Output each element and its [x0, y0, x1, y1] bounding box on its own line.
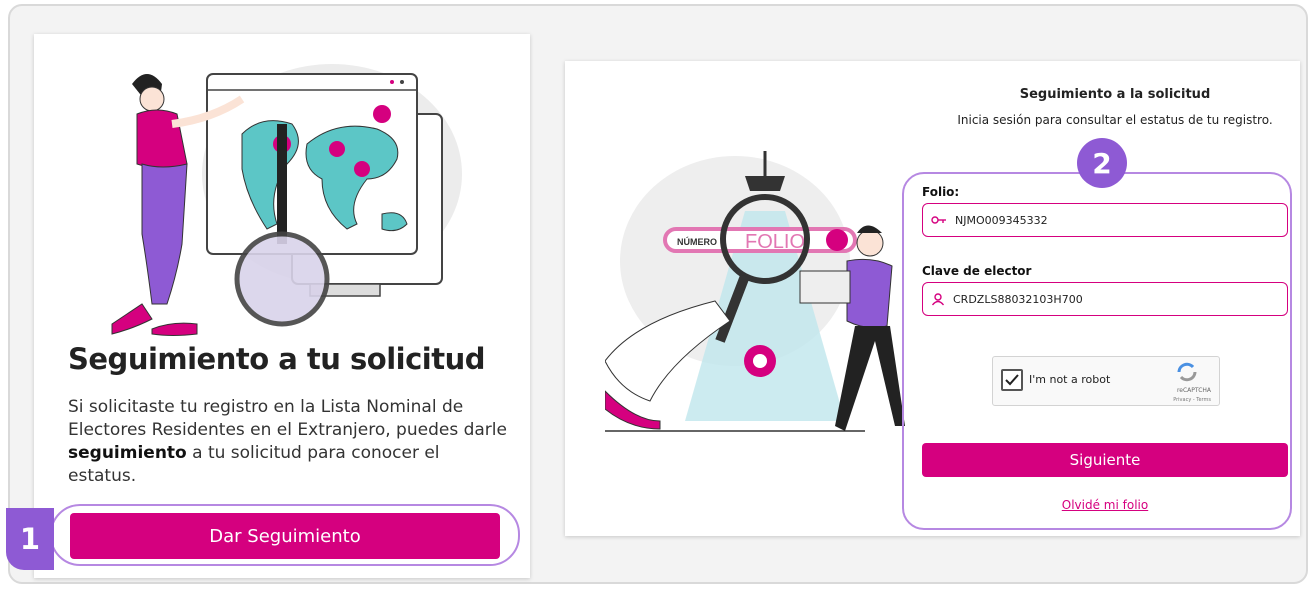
- folio-input[interactable]: NJMO009345332: [922, 203, 1288, 237]
- card-title: Seguimiento a tu solicitud: [68, 342, 486, 376]
- tracking-card: Seguimiento a tu solicitud Si solicitast…: [34, 34, 530, 578]
- dar-seguimiento-button[interactable]: Dar Seguimiento: [70, 513, 500, 559]
- step-2-badge: 2: [1077, 138, 1127, 188]
- description-bold: seguimiento: [68, 443, 187, 463]
- form-subtitle: Inicia sesión para consultar el estatus …: [957, 113, 1273, 127]
- recaptcha-label: I'm not a robot: [1029, 373, 1111, 386]
- recaptcha-logo-icon: [1177, 362, 1197, 382]
- clave-value: CRDZLS88032103H700: [953, 292, 1083, 306]
- clave-label: Clave de elector: [922, 264, 1032, 278]
- user-icon: [931, 293, 945, 306]
- folio-search-illustration: NÚMERO FOLIO: [605, 151, 905, 432]
- form-title: Seguimiento a la solicitud: [1019, 87, 1211, 102]
- recaptcha-widget: I'm not a robot reCAPTCHA Privacy - Term…: [992, 356, 1220, 406]
- recaptcha-links[interactable]: Privacy - Terms: [1173, 397, 1211, 403]
- key-icon: [931, 216, 946, 224]
- siguiente-button[interactable]: Siguiente: [922, 443, 1288, 477]
- search-bar-text: FOLIO: [745, 231, 805, 253]
- login-card: NÚMERO FOLIO Seguimiento a la solicitud …: [565, 61, 1300, 536]
- recaptcha-checkbox[interactable]: [1001, 369, 1023, 391]
- card-description: Si solicitaste tu registro en la Lista N…: [68, 396, 508, 488]
- recaptcha-brand: reCAPTCHA: [1176, 387, 1211, 394]
- folio-value: NJMO009345332: [955, 213, 1048, 227]
- clave-input[interactable]: CRDZLS88032103H700: [922, 282, 1288, 316]
- folio-label: Folio:: [922, 185, 960, 199]
- checkmark-icon: [1005, 374, 1019, 386]
- description-text: Si solicitaste tu registro en la Lista N…: [68, 397, 507, 440]
- forgot-folio-link[interactable]: Olvidé mi folio: [922, 498, 1288, 512]
- world-map-illustration: [111, 64, 462, 336]
- step-1-badge: 1: [6, 508, 54, 570]
- search-bar-prefix: NÚMERO: [677, 236, 717, 247]
